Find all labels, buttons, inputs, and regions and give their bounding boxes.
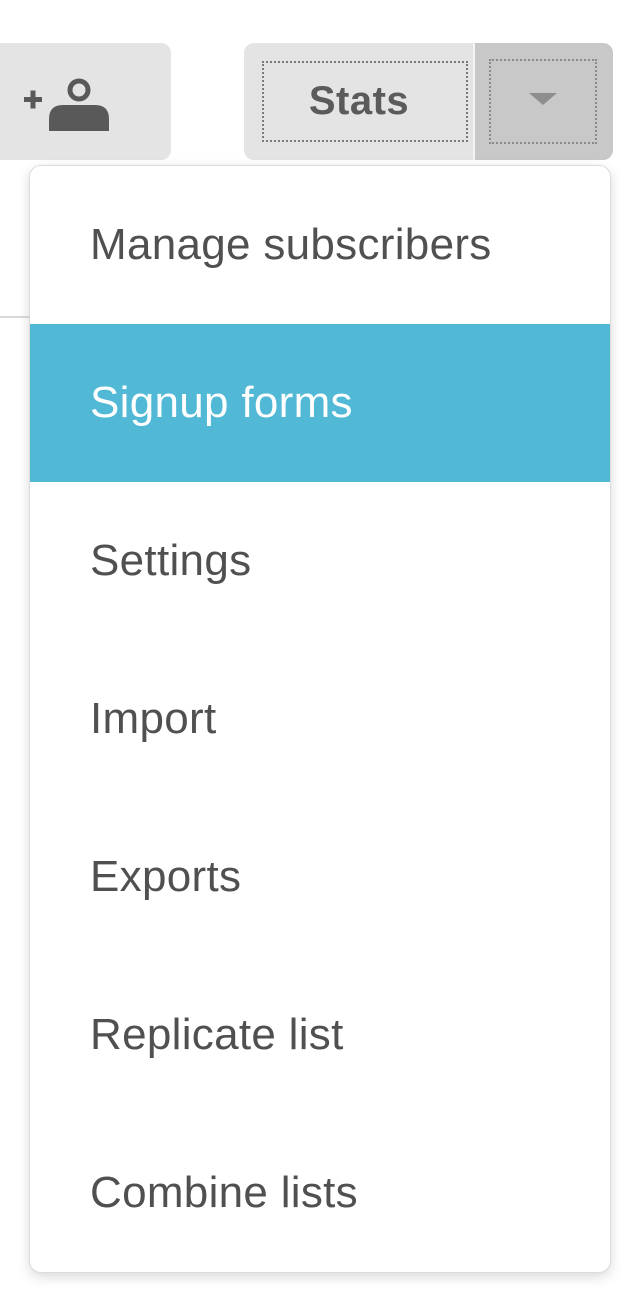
menu-item-manage-subscribers[interactable]: Manage subscribers	[30, 166, 610, 324]
stats-button[interactable]: Stats	[244, 43, 474, 160]
dropdown-menu: Manage subscribers Signup forms Settings…	[29, 165, 611, 1273]
add-subscriber-button[interactable]	[0, 43, 171, 160]
add-user-icon	[24, 78, 109, 131]
menu-item-label: Import	[90, 694, 217, 743]
menu-item-label: Manage subscribers	[90, 220, 492, 269]
menu-item-exports[interactable]: Exports	[30, 798, 610, 956]
menu-item-label: Exports	[90, 852, 242, 901]
menu-item-label: Signup forms	[90, 378, 353, 427]
menu-item-label: Replicate list	[90, 1010, 344, 1059]
caret-down-icon	[529, 93, 557, 105]
menu-item-import[interactable]: Import	[30, 640, 610, 798]
menu-item-replicate-list[interactable]: Replicate list	[30, 956, 610, 1114]
menu-item-label: Settings	[90, 536, 252, 585]
menu-item-label: Combine lists	[90, 1168, 358, 1217]
stats-dropdown-toggle[interactable]	[475, 43, 613, 160]
stats-split-button: Stats	[244, 43, 613, 160]
menu-item-combine-lists[interactable]: Combine lists	[30, 1114, 610, 1272]
menu-item-settings[interactable]: Settings	[30, 482, 610, 640]
stats-button-label: Stats	[308, 79, 410, 123]
menu-item-signup-forms[interactable]: Signup forms	[30, 324, 610, 482]
